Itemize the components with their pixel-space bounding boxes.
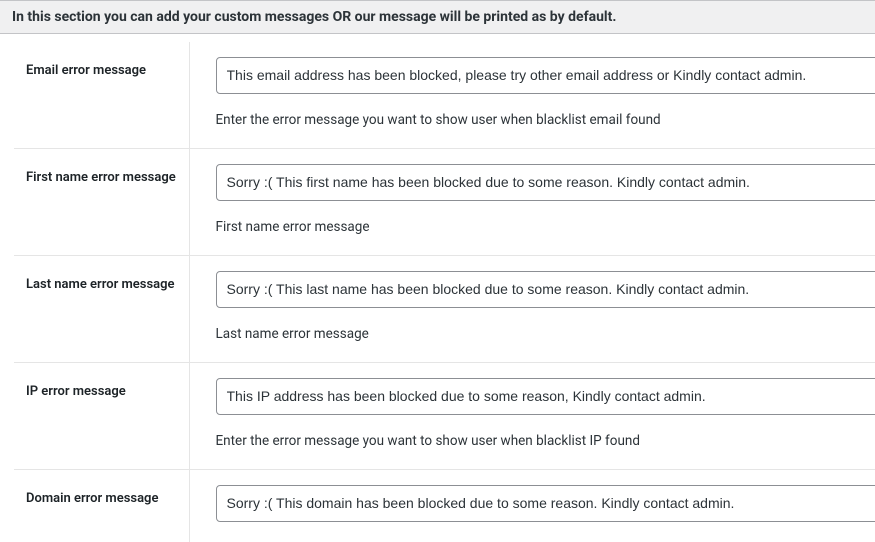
field-description-first-name: First name error message <box>216 219 875 235</box>
field-cell-first-name: First name error message <box>189 149 875 256</box>
field-row-email: Email error message Enter the error mess… <box>14 42 875 149</box>
domain-error-message-input[interactable] <box>216 485 875 522</box>
field-label-ip: IP error message <box>14 363 189 470</box>
settings-form-table: Email error message Enter the error mess… <box>14 42 875 542</box>
field-description-email: Enter the error message you want to show… <box>216 112 875 128</box>
first-name-error-message-input[interactable] <box>216 164 875 201</box>
field-row-ip: IP error message Enter the error message… <box>14 363 875 470</box>
field-cell-last-name: Last name error message <box>189 256 875 363</box>
field-cell-ip: Enter the error message you want to show… <box>189 363 875 470</box>
email-error-message-input[interactable] <box>216 57 875 94</box>
last-name-error-message-input[interactable] <box>216 271 875 308</box>
field-description-ip: Enter the error message you want to show… <box>216 433 875 449</box>
field-row-domain: Domain error message <box>14 470 875 542</box>
section-header: In this section you can add your custom … <box>0 0 875 34</box>
field-cell-domain <box>189 470 875 542</box>
field-label-last-name: Last name error message <box>14 256 189 363</box>
field-row-first-name: First name error message First name erro… <box>14 149 875 256</box>
field-description-last-name: Last name error message <box>216 326 875 342</box>
field-row-last-name: Last name error message Last name error … <box>14 256 875 363</box>
field-cell-email: Enter the error message you want to show… <box>189 42 875 149</box>
field-label-email: Email error message <box>14 42 189 149</box>
ip-error-message-input[interactable] <box>216 378 875 415</box>
field-label-domain: Domain error message <box>14 470 189 542</box>
field-label-first-name: First name error message <box>14 149 189 256</box>
